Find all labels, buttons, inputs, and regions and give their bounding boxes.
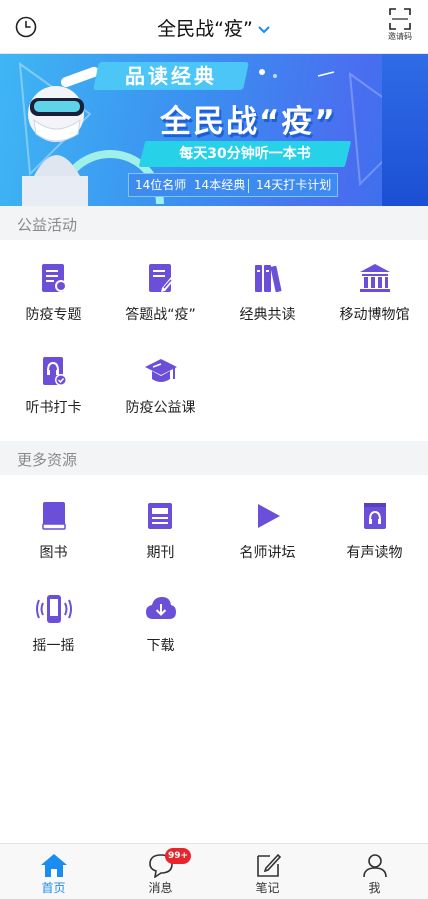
grid-item-epidemic-topic[interactable]: 防疫专题 <box>0 262 107 324</box>
grid-item-mobile-museum[interactable]: 移动博物馆 <box>321 262 428 324</box>
grid-item-audiobooks[interactable]: 有声读物 <box>321 500 428 562</box>
books-icon <box>254 265 281 293</box>
invite-code-label: 邀请码 <box>388 32 412 41</box>
user-icon <box>362 854 387 878</box>
grid-item-lectures[interactable]: 名师讲坛 <box>214 500 321 562</box>
headphone-book-icon <box>42 357 67 386</box>
banner-line2: 全民战“疫” <box>160 104 337 140</box>
banner-line1: 品读经典 <box>93 62 249 90</box>
museum-icon <box>359 264 390 292</box>
banner-next-slide-peek <box>382 54 428 206</box>
cloud-download-icon <box>145 597 176 619</box>
scan-icon <box>389 8 411 30</box>
home-icon <box>40 854 67 877</box>
document-shield-icon <box>41 264 67 292</box>
grid-item-shake[interactable]: 摇一摇 <box>0 593 107 655</box>
section-header-more-resources: 更多资源 <box>0 441 428 475</box>
tab-notes[interactable]: 笔记 <box>214 844 321 899</box>
newspaper-icon <box>147 503 172 529</box>
grid-item-quiz-battle[interactable]: 答题战“疫” <box>107 262 214 324</box>
invite-code-button[interactable]: 邀请码 <box>384 8 416 42</box>
tab-messages[interactable]: 消息 99+ <box>107 844 214 899</box>
book-icon <box>41 502 66 530</box>
unread-badge: 99+ <box>165 848 192 864</box>
banner-stats: 14位名师 14本经典 14天打卡计划 <box>128 173 339 197</box>
grid-item-books[interactable]: 图书 <box>0 500 107 562</box>
promo-banner[interactable]: 品读经典 全民战“疫” 每天30分钟听一本书 14位名师 14本经典 14天打卡… <box>0 54 428 206</box>
grid-item-journals[interactable]: 期刊 <box>107 500 214 562</box>
grid-item-download[interactable]: 下载 <box>107 593 214 655</box>
page-title: 全民战“疫” <box>157 18 253 40</box>
section-header-public-activities: 公益活动 <box>0 206 428 240</box>
top-bar: 全民战“疫” 邀请码 <box>0 0 428 54</box>
play-icon <box>257 504 280 528</box>
grid-item-classic-reading[interactable]: 经典共读 <box>214 262 321 324</box>
audio-book-icon <box>363 503 386 529</box>
graduation-cap-icon <box>144 359 177 382</box>
chevron-down-icon <box>258 25 270 33</box>
banner-line3: 每天30分钟听一本书 <box>138 141 352 167</box>
note-icon <box>256 853 281 877</box>
bottom-tab-bar: 首页 消息 99+ 笔记 我 <box>0 843 428 899</box>
grid-item-public-course[interactable]: 防疫公益课 <box>107 355 214 417</box>
shake-phone-icon <box>35 595 72 623</box>
page-title-selector[interactable]: 全民战“疫” <box>0 14 428 41</box>
tab-me[interactable]: 我 <box>321 844 428 899</box>
document-pen-icon <box>148 264 174 292</box>
tab-home[interactable]: 首页 <box>0 844 107 899</box>
grid-item-audiobook-checkin[interactable]: 听书打卡 <box>0 355 107 417</box>
